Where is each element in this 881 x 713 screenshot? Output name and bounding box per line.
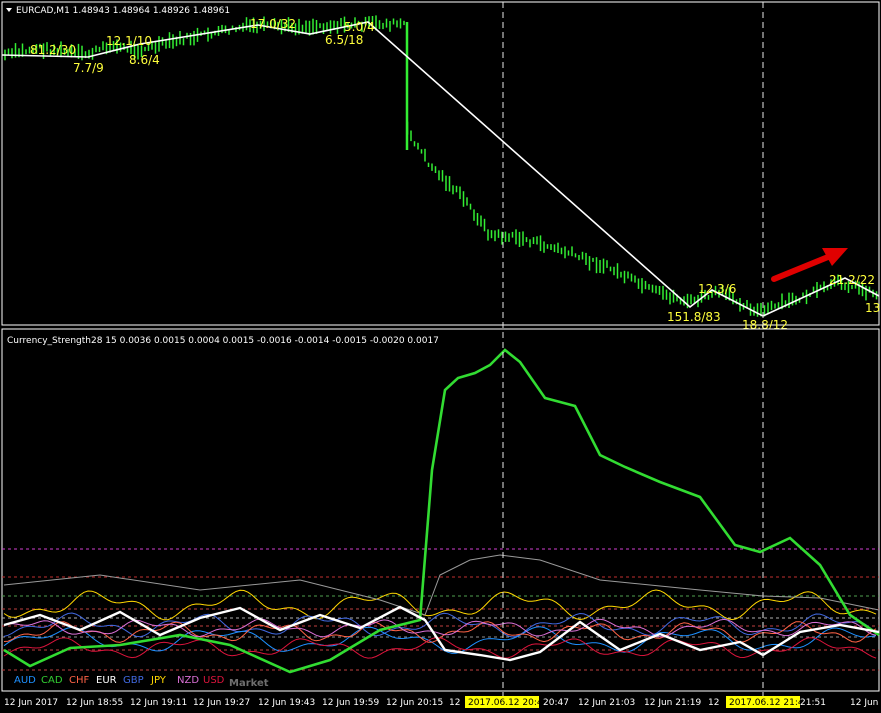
zigzag-label: 7.7/9	[73, 61, 104, 75]
zigzag-label: 17.0/32	[250, 17, 296, 31]
zigzag-label: 12.1/10	[106, 34, 152, 48]
x-tick-label: 12 Jun 18:55	[66, 698, 123, 708]
time-badge-label: 2017.06.12 21:49	[729, 698, 810, 708]
time-badge-label: 2017.06.12 20:44	[468, 698, 549, 708]
x-tick-label: 12 Jun 20:15	[386, 698, 443, 708]
zigzag-label: 13	[865, 301, 880, 315]
x-tick-label: 12	[449, 698, 460, 708]
currency-label-gbp[interactable]: GBP	[123, 675, 144, 686]
x-tick-label: 12 Jun 2017	[4, 698, 58, 708]
x-tick-label: 12 Jun 22:0	[850, 698, 881, 708]
zigzag-label: 8.6/4	[129, 53, 160, 67]
currency-label-nzd[interactable]: NZD	[177, 675, 199, 686]
chart-canvas: EURCAD,M1 1.48943 1.48964 1.48926 1.4896…	[1, 1, 881, 708]
x-axis: 12 Jun 2017 12 Jun 18:55 12 Jun 19:11 12 Ju…	[4, 696, 881, 708]
zigzag-label: 5.0/4	[344, 20, 375, 34]
x-tick-label: 12 Jun 19:27	[193, 698, 250, 708]
currency-label-chf[interactable]: CHF	[69, 675, 90, 686]
indicator-panel-header: Currency_Strength28 15 0.0036 0.0015 0.0…	[7, 336, 439, 346]
zigzag-label: 151.8/83	[667, 310, 721, 324]
price-panel-header: EURCAD,M1 1.48943 1.48964 1.48926 1.4896…	[16, 6, 230, 16]
currency-label-cad[interactable]: CAD	[41, 675, 63, 686]
x-tick-label: 12 Jun 21:03	[578, 698, 635, 708]
market-label: Market	[229, 678, 269, 689]
zigzag-label: 12.3/6	[698, 282, 736, 296]
x-tick-label: 21:51	[800, 698, 826, 708]
x-tick-label: 12 Jun 19:11	[130, 698, 187, 708]
x-tick-label: 12 Jun 21:19	[644, 698, 701, 708]
x-tick-label: 12	[708, 698, 719, 708]
currency-label-eur[interactable]: EUR	[96, 675, 117, 686]
currency-label-aud[interactable]: AUD	[14, 675, 36, 686]
x-tick-label: 20:47	[543, 698, 569, 708]
zigzag-label: 21.2/22	[829, 273, 875, 287]
currency-label-jpy[interactable]: JPY	[150, 675, 167, 686]
zigzag-label: 6.5/18	[325, 33, 363, 47]
x-tick-label: 12 Jun 19:43	[258, 698, 315, 708]
zigzag-label: 81.2/30	[30, 43, 76, 57]
price-panel-frame	[1, 1, 880, 326]
x-tick-label: 12 Jun 19:59	[322, 698, 379, 708]
currency-label-usd[interactable]: USD	[203, 675, 225, 686]
